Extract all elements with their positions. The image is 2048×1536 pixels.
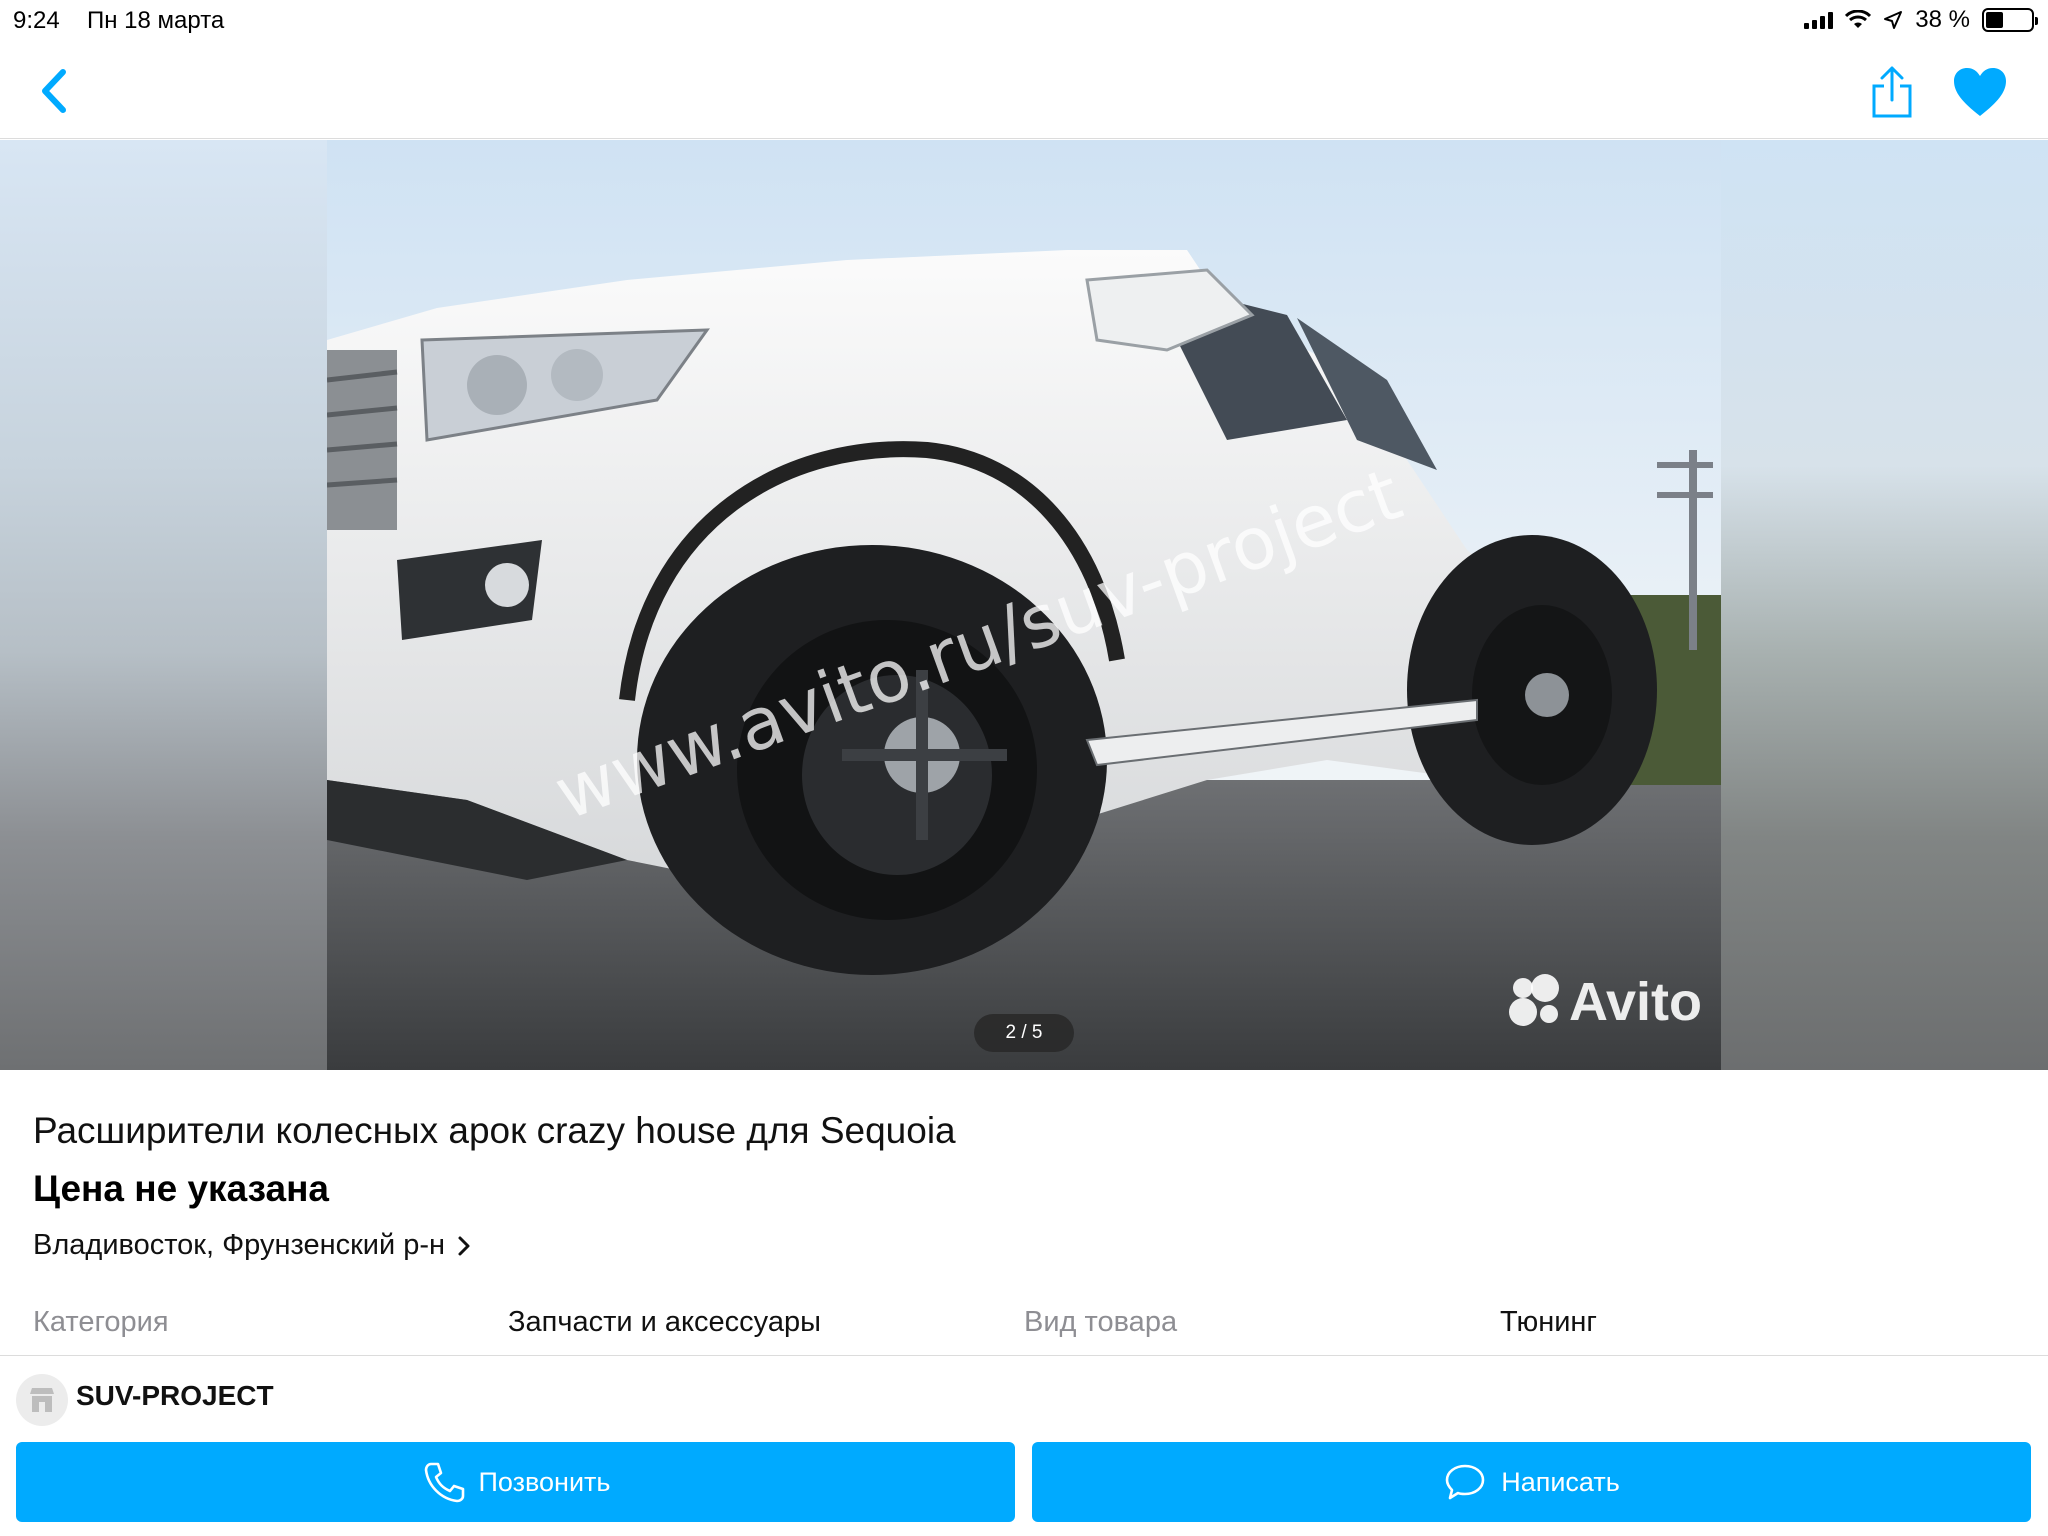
battery-icon xyxy=(1982,8,2038,32)
location-arrow-icon xyxy=(1884,11,1903,29)
listing-price: Цена не указана xyxy=(33,1168,329,1209)
heart-icon[interactable] xyxy=(1952,66,2008,118)
param-category-value: Запчасти и аксессуары xyxy=(508,1306,821,1338)
write-button-label: Написать xyxy=(1501,1466,1620,1497)
battery-percent: 38 % xyxy=(1915,6,1970,33)
gallery-blur-left xyxy=(0,140,327,1070)
call-button[interactable]: Позвонить xyxy=(16,1442,1015,1522)
share-icon[interactable] xyxy=(1866,64,1918,120)
shop-icon xyxy=(30,1388,54,1412)
status-date: Пн 18 марта xyxy=(87,7,225,34)
navigation-bar xyxy=(0,42,2048,139)
photo-counter: 2 / 5 xyxy=(974,1014,1074,1052)
phone-icon xyxy=(424,1462,464,1503)
listing-location[interactable]: Владивосток, Фрунзенский р-н xyxy=(33,1229,471,1262)
status-bar: 9:24 Пн 18 марта 38 % xyxy=(0,0,2048,42)
chat-bubble-icon xyxy=(1445,1464,1485,1500)
chevron-left-icon[interactable] xyxy=(33,66,77,116)
wifi-icon xyxy=(1845,10,1872,28)
signal-icon xyxy=(1804,11,1834,29)
seller-name[interactable]: SUV-PROJECT xyxy=(76,1380,274,1412)
listing-photo[interactable]: www.avito.ru/suv-project Avito xyxy=(327,140,1721,1070)
location-text: Владивосток, Фрунзенский р-н xyxy=(33,1229,446,1261)
avito-logo-text: Avito xyxy=(1569,972,1702,1032)
param-type-key: Вид товара xyxy=(1024,1306,1178,1338)
status-indicators: 38 % xyxy=(1804,6,2038,34)
listing-title: Расширители колесных арок crazy house дл… xyxy=(33,1110,956,1151)
seller-avatar[interactable] xyxy=(16,1374,68,1426)
write-button[interactable]: Написать xyxy=(1032,1442,2031,1522)
chevron-right-icon xyxy=(458,1236,470,1255)
gallery-blur-right xyxy=(1721,140,2048,1070)
photo-gallery[interactable]: www.avito.ru/suv-project Avito 2 / 5 xyxy=(0,140,2048,1070)
battery-fill xyxy=(1986,12,2003,28)
call-button-label: Позвонить xyxy=(478,1466,611,1497)
status-time: 9:24 xyxy=(13,7,60,34)
bottom-action-bar: SUV-PROJECT Позвонить Написать xyxy=(0,1355,2048,1536)
param-type-value: Тюнинг xyxy=(1500,1306,1597,1338)
param-category-key: Категория xyxy=(33,1306,169,1338)
